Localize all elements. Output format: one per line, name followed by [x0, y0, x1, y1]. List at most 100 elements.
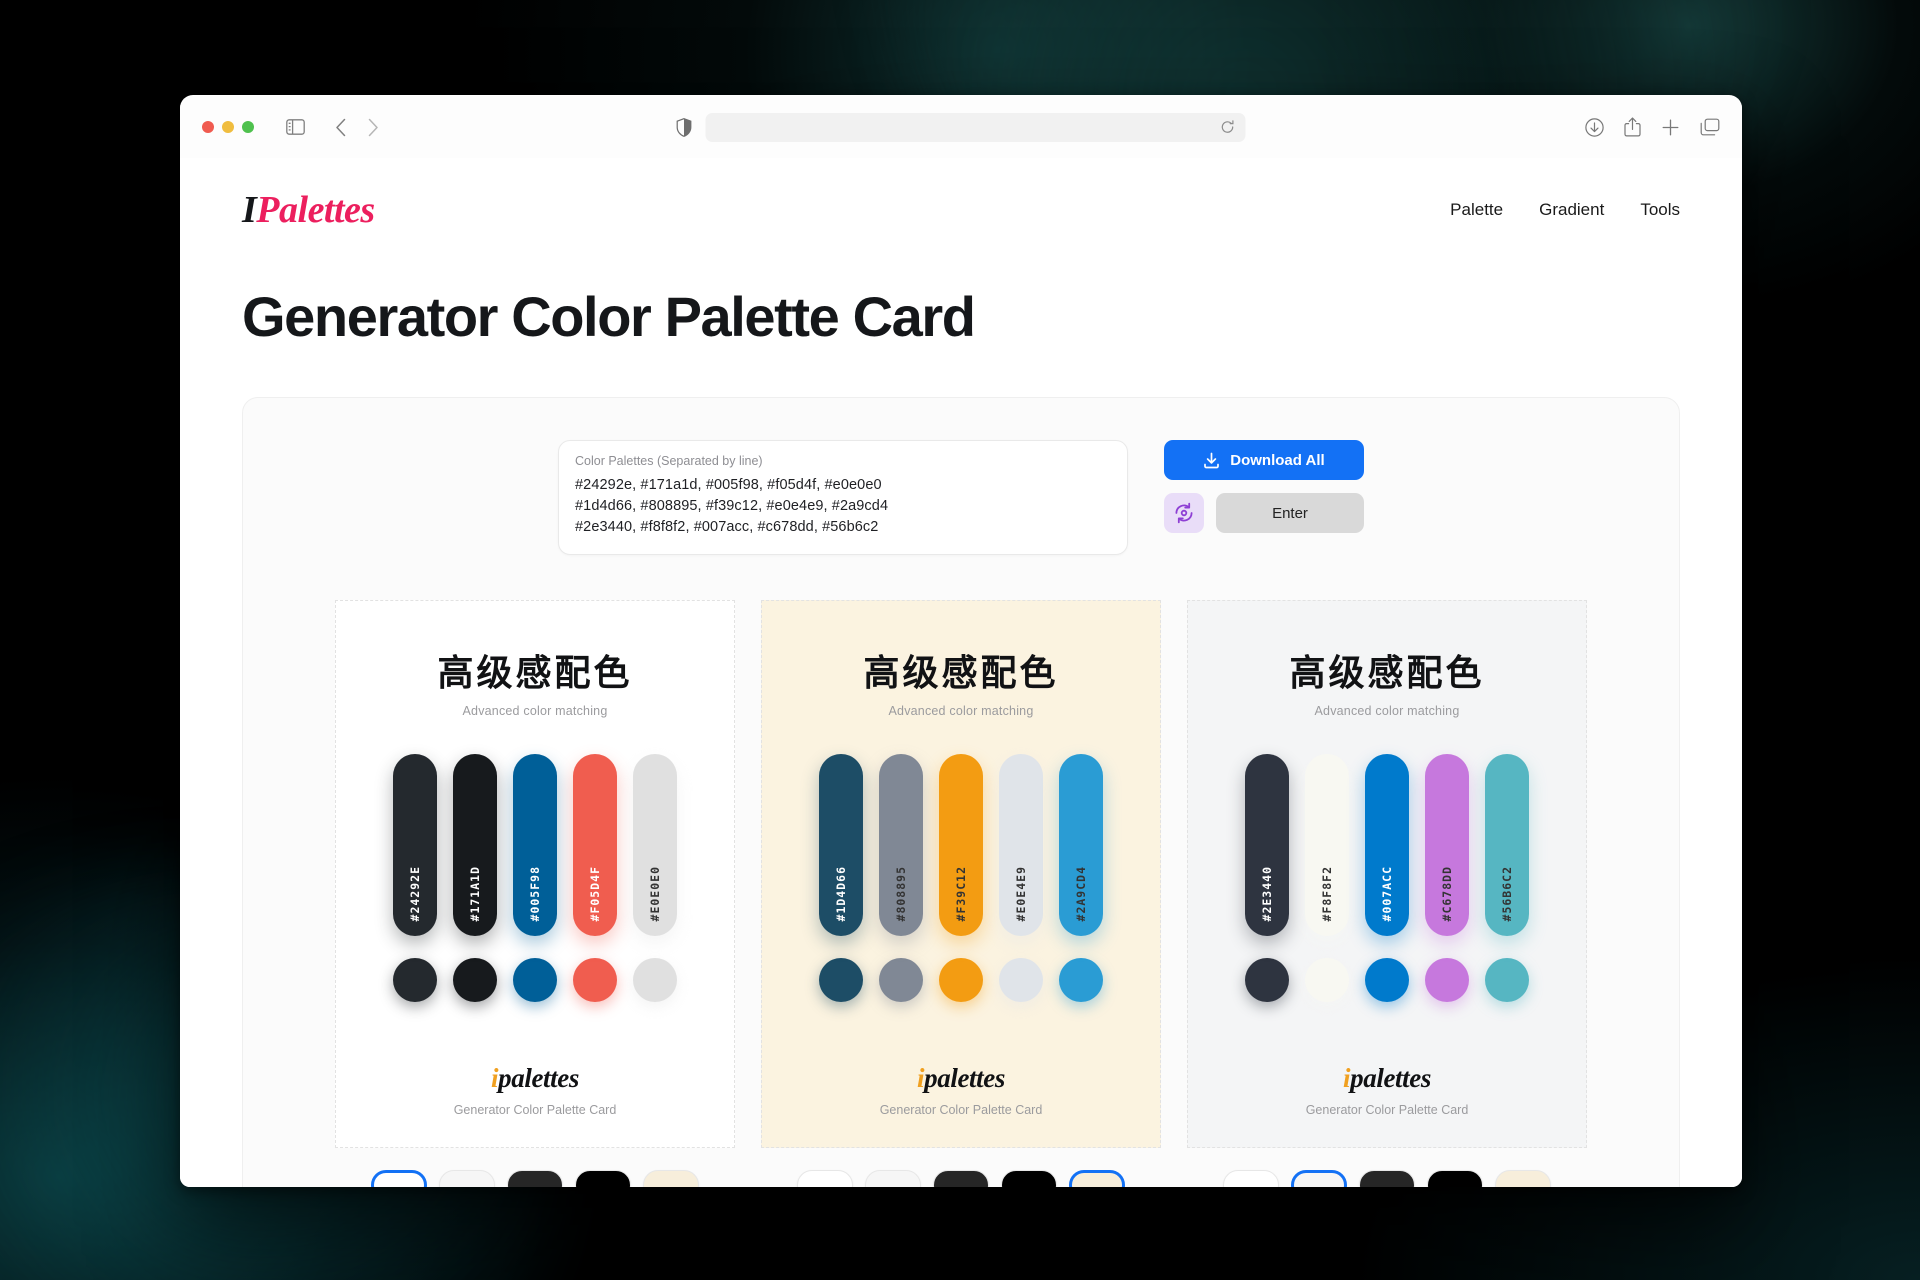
palette-cards-row: 高级感配色 Advanced color matching #24292E #171A…: [243, 555, 1679, 1187]
palette-input[interactable]: Color Palettes (Separated by line) #2429…: [558, 440, 1128, 555]
color-bar[interactable]: #F39C12: [939, 753, 983, 936]
brand-logo-first: I: [242, 189, 257, 231]
color-bars-row: #1D4D66 #808895 #F39C12 #E0E4E9 #2A9CD4: [819, 753, 1103, 936]
color-bar-label: #F05D4F: [588, 866, 602, 922]
brand-logo[interactable]: IPalettes: [242, 188, 375, 232]
color-bars-row: #24292E #171A1D #005F98 #F05D4F #E0E0E0: [393, 753, 677, 936]
color-circles-row: [1245, 957, 1529, 1002]
background-swatch-dark-gray[interactable]: [933, 1170, 989, 1187]
palette-card-canvas: 高级感配色 Advanced color matching #24292E #171A…: [335, 600, 735, 1148]
color-circle[interactable]: [1245, 957, 1289, 1002]
background-swatch-off-white[interactable]: [1291, 1170, 1347, 1187]
background-swatch-off-white[interactable]: [865, 1170, 921, 1187]
background-swatch-off-white[interactable]: [439, 1170, 495, 1187]
footer-logo: ipalettes: [917, 1063, 1005, 1094]
color-circle[interactable]: [453, 957, 497, 1002]
share-icon[interactable]: [1624, 117, 1641, 137]
color-bar[interactable]: #808895: [879, 753, 923, 936]
download-all-button[interactable]: Download All: [1164, 440, 1364, 480]
url-input[interactable]: [705, 112, 1246, 142]
page-title: Generator Color Palette Card: [242, 285, 976, 348]
browser-window: IPalettes Palette Gradient Tools Generat…: [180, 95, 1742, 1187]
palette-card-footer: ipalettes Generator Color Palette Card: [454, 1063, 617, 1147]
color-circle[interactable]: [1485, 957, 1529, 1002]
color-bar-label: #1D4D66: [834, 866, 848, 922]
background-swatch-cream[interactable]: [1069, 1170, 1125, 1187]
url-area: [676, 112, 1246, 142]
color-bar[interactable]: #1D4D66: [819, 753, 863, 936]
close-window-button[interactable]: [202, 121, 214, 133]
download-icon[interactable]: [1585, 117, 1604, 137]
color-bar[interactable]: #24292E: [393, 753, 437, 936]
color-bar[interactable]: #2E3440: [1245, 753, 1289, 936]
color-circle[interactable]: [939, 957, 983, 1002]
shuffle-refresh-icon[interactable]: [1164, 493, 1204, 533]
color-bar[interactable]: #F8F8F2: [1305, 753, 1349, 936]
color-circle[interactable]: [573, 957, 617, 1002]
background-swatch-white[interactable]: [371, 1170, 427, 1187]
privacy-shield-icon[interactable]: [676, 117, 692, 137]
generator-buttons: Download All Enter: [1164, 440, 1364, 533]
zoom-window-button[interactable]: [242, 121, 254, 133]
tab-overview-icon[interactable]: [1700, 118, 1720, 137]
nav-item-tools[interactable]: Tools: [1640, 200, 1680, 220]
footer-logo-rest: palettes: [498, 1063, 579, 1093]
footer-logo: ipalettes: [1343, 1063, 1431, 1094]
color-circle[interactable]: [1059, 957, 1103, 1002]
color-bar[interactable]: #E0E4E9: [999, 753, 1043, 936]
palette-card-canvas: 高级感配色 Advanced color matching #1D4D66 #8088…: [761, 600, 1161, 1148]
color-bar[interactable]: #171A1D: [453, 753, 497, 936]
palette-card-title: 高级感配色: [1289, 652, 1485, 693]
color-bar-label: #56B6C2: [1500, 866, 1514, 922]
color-bar[interactable]: #56B6C2: [1485, 753, 1529, 936]
color-bar[interactable]: #007ACC: [1365, 753, 1409, 936]
background-swatch-white[interactable]: [797, 1170, 853, 1187]
color-bar-label: #171A1D: [468, 866, 482, 922]
color-bar-label: #E0E0E0: [648, 866, 662, 922]
background-swatch-cream[interactable]: [643, 1170, 699, 1187]
nav-item-palette[interactable]: Palette: [1450, 200, 1503, 220]
color-circles-row: [819, 957, 1103, 1002]
sidebar-icon[interactable]: [280, 112, 310, 142]
back-icon[interactable]: [326, 112, 356, 142]
palette-input-line: #2e3440, #f8f8f2, #007acc, #c678dd, #56b…: [575, 519, 879, 535]
color-circle[interactable]: [999, 957, 1043, 1002]
color-circle[interactable]: [1305, 957, 1349, 1002]
new-tab-icon[interactable]: [1661, 118, 1680, 137]
palette-card-title: 高级感配色: [437, 652, 633, 693]
background-swatch-black[interactable]: [1001, 1170, 1057, 1187]
color-circle[interactable]: [1425, 957, 1469, 1002]
enter-button[interactable]: Enter: [1216, 493, 1364, 533]
color-circle[interactable]: [879, 957, 923, 1002]
color-bar[interactable]: #F05D4F: [573, 753, 617, 936]
generator-panel: Color Palettes (Separated by line) #2429…: [242, 397, 1680, 1187]
color-circle[interactable]: [393, 957, 437, 1002]
browser-toolbar: [180, 96, 1742, 158]
forward-icon[interactable]: [358, 112, 388, 142]
color-bar[interactable]: #E0E0E0: [633, 753, 677, 936]
palette-card: 高级感配色 Advanced color matching #2E3440 #F8F8…: [1187, 600, 1587, 1187]
background-swatch-black[interactable]: [575, 1170, 631, 1187]
minimize-window-button[interactable]: [222, 121, 234, 133]
footer-caption: Generator Color Palette Card: [453, 1103, 617, 1117]
color-circle[interactable]: [1365, 957, 1409, 1002]
reload-icon[interactable]: [1221, 120, 1235, 134]
background-swatch-dark-gray[interactable]: [1359, 1170, 1415, 1187]
color-circle[interactable]: [633, 957, 677, 1002]
footer-logo: ipalettes: [491, 1063, 579, 1094]
color-circles-row: [393, 957, 677, 1002]
background-swatch-dark-gray[interactable]: [507, 1170, 563, 1187]
color-circle[interactable]: [819, 957, 863, 1002]
color-bar[interactable]: #2A9CD4: [1059, 753, 1103, 936]
background-swatch-black[interactable]: [1427, 1170, 1483, 1187]
background-swatch-cream[interactable]: [1495, 1170, 1551, 1187]
palette-card-footer: ipalettes Generator Color Palette Card: [1306, 1063, 1469, 1147]
background-swatch-white[interactable]: [1223, 1170, 1279, 1187]
color-circle[interactable]: [513, 957, 557, 1002]
nav-item-gradient[interactable]: Gradient: [1539, 200, 1604, 220]
color-bar[interactable]: #C678DD: [1425, 753, 1469, 936]
color-bar-label: #2E3440: [1260, 866, 1274, 922]
generator-action-row: Enter: [1164, 493, 1364, 533]
color-bar[interactable]: #005F98: [513, 753, 557, 936]
footer-caption: Generator Color Palette Card: [879, 1103, 1043, 1117]
